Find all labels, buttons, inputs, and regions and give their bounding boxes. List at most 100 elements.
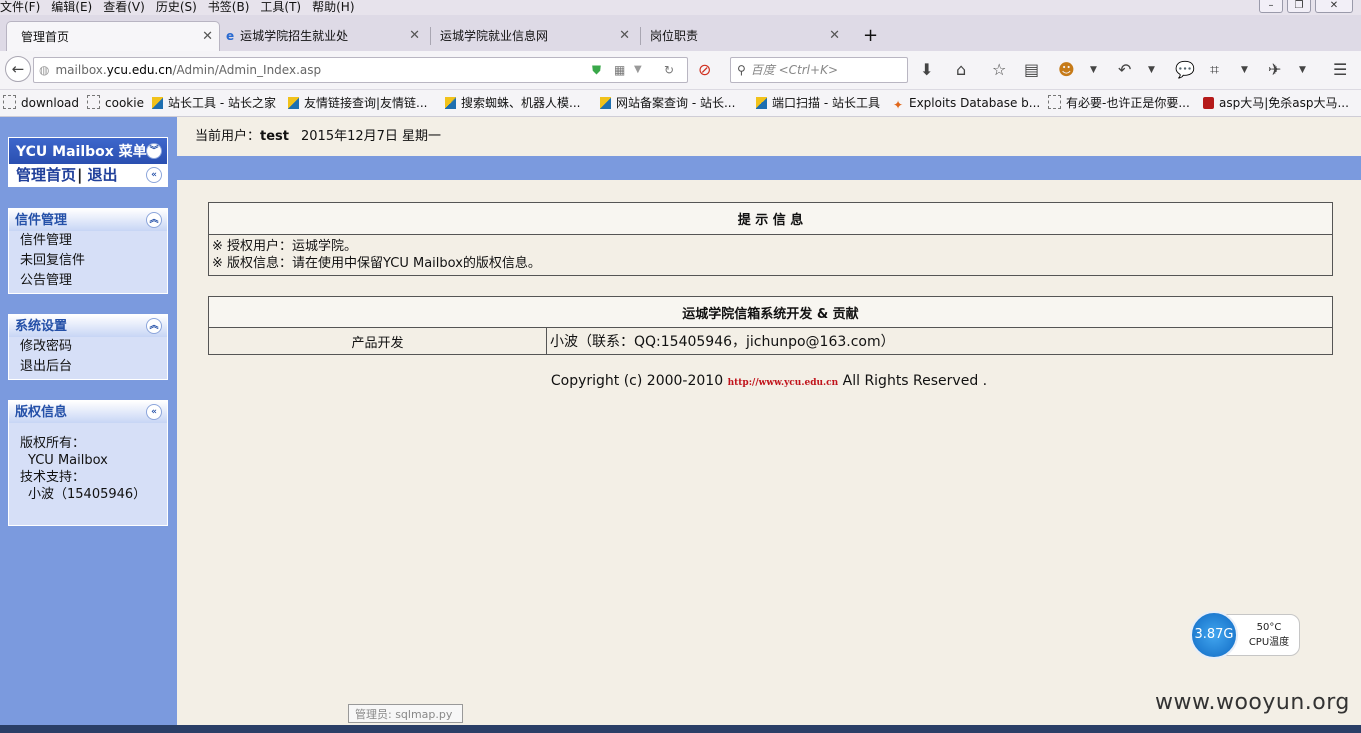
reload-icon[interactable]: ↻ [664,58,674,82]
tab-job-duties[interactable]: 岗位职责 ✕ [650,21,846,51]
dev-credit: 小波（联系：QQ:15405946，jichunpo@163.com） [546,327,1333,355]
logout-link[interactable]: 退出 [88,166,118,184]
copyright-owner-label: 版权所有： [20,436,86,451]
chat-icon[interactable]: 💬 [1175,61,1195,79]
tab-jobs-info[interactable]: 运城学院就业信息网 ✕ [440,21,636,51]
dropdown-icon[interactable]: ▼ [1090,61,1097,79]
url-prefix: mailbox. [55,63,107,77]
minimize-button[interactable]: – [1259,0,1283,13]
cpu-frequency: 3.87G [1190,611,1238,659]
new-tab-button[interactable]: + [863,21,879,51]
dropdown-icon[interactable]: ▼ [1241,61,1248,79]
collapse-left-icon[interactable]: « [146,404,162,420]
tab-admissions[interactable]: e 运城学院招生就业处 ✕ [226,21,426,51]
mail-panel: 信件管理 ︽ 信件管理 未回复信件 公告管理 [8,208,168,294]
bookmark-item[interactable]: 端口扫描 - 站长工具 [756,90,880,116]
menu-title: YCU Mailbox 菜单 ︾ [9,138,167,164]
home-link[interactable]: 管理首页 [16,166,76,184]
dropdown-icon[interactable]: ▼ [634,58,642,82]
nav-exit-admin[interactable]: 退出后台 [9,357,167,377]
shield-icon[interactable]: ⛊ [592,58,601,82]
menu-edit[interactable]: 编辑(E) [51,0,92,14]
download-icon[interactable]: ⬇ [920,61,933,79]
bookmark-item[interactable]: cookie [87,90,144,116]
nav-unreplied-mail[interactable]: 未回复信件 [9,251,167,271]
reader-icon[interactable]: ▤ [1024,61,1039,79]
folder-icon [3,95,16,109]
tab-divider [640,27,641,45]
bookmark-star-icon[interactable]: ☆ [992,61,1006,79]
close-icon[interactable]: ✕ [409,21,420,51]
close-icon[interactable]: ✕ [202,22,213,52]
home-icon[interactable]: ⌂ [956,61,966,79]
hamburger-menu-icon[interactable]: ☰ [1333,61,1347,79]
dev-title: 运城学院信箱系统开发 & 贡献 [208,296,1333,328]
nav-change-password[interactable]: 修改密码 [9,337,167,357]
cpu-temp-label: CPU温度 [1248,637,1290,648]
nav-announcements[interactable]: 公告管理 [9,271,167,291]
close-window-button[interactable]: ✕ [1315,0,1353,13]
nav-mail-management[interactable]: 信件管理 [9,231,167,251]
greasemonkey-icon[interactable]: ☻ [1058,61,1075,79]
copyright-panel: 版权信息 « 版权所有： YCU Mailbox 技术支持： 小波（1540594… [8,400,168,526]
search-input[interactable]: ⚲ 百度 <Ctrl+K> [730,57,908,83]
copyright-suffix: All Rights Reserved . [838,373,988,389]
dropdown-icon[interactable]: ▼ [1148,61,1155,79]
menu-help[interactable]: 帮助(H) [312,0,354,14]
watermark: www.wooyun.org [1155,690,1350,715]
search-placeholder: 百度 <Ctrl+K> [750,63,838,77]
tab-admin-home[interactable]: 管理首页 ✕ [6,21,220,52]
window-controls: – ❐ ✕ [1259,0,1361,15]
menu-file[interactable]: 文件(F) [0,0,40,14]
bookmark-item[interactable]: ✦ Exploits Database b... [893,90,1040,116]
current-user: test [260,129,289,144]
feather-icon: ✦ [893,98,904,112]
collapse-up-icon[interactable]: ︽ [146,212,162,228]
menu-panel: YCU Mailbox 菜单 ︾ 管理首页| 退出 « [8,137,168,187]
notice-title: 提 示 信 息 [208,202,1333,235]
bookmark-item[interactable]: 友情链接查询|友情链... [288,90,428,116]
collapse-icon[interactable]: ︾ [146,143,162,159]
bookmark-item[interactable]: 有必要-也许正是你要... [1048,90,1190,116]
dropdown-icon[interactable]: ▼ [1299,61,1306,79]
menu-tools[interactable]: 工具(T) [260,0,301,14]
panel-title: 版权信息 « [9,401,167,423]
undo-icon[interactable]: ↶ [1118,61,1131,79]
bookmark-item[interactable]: 搜索蜘蛛、机器人模... [445,90,580,116]
back-button[interactable]: ← [5,56,31,82]
menu-bookmarks[interactable]: 书签(B) [208,0,250,14]
site-icon [600,97,611,109]
bookmark-item[interactable]: 网站备案查询 - 站长... [600,90,735,116]
dev-table: 运城学院信箱系统开发 & 贡献 产品开发 小波（联系：QQ:15405946，j… [208,296,1333,355]
search-icon: ⚲ [737,63,746,77]
qr-icon[interactable]: ▦ [614,58,625,82]
crop-icon[interactable]: ⌗ [1210,61,1219,79]
site-icon [1203,97,1214,109]
close-icon[interactable]: ✕ [829,21,840,51]
notice-body: ※ 授权用户：运城学院。 ※ 版权信息：请在使用中保留YCU Mailbox的版… [208,234,1333,276]
restore-button[interactable]: ❐ [1287,0,1311,13]
tab-label: 运城学院招生就业处 [240,29,349,43]
extension-icon[interactable]: ✈ [1268,61,1281,79]
header: 当前用户：test 2015年12月7日 星期一 [177,117,1361,156]
copyright-footer: Copyright (c) 2000-2010 http://www.ycu.e… [177,370,1361,394]
panel-title: 系统设置 ︽ [9,315,167,337]
url-bar[interactable]: ◍ mailbox.ycu.edu.cn/Admin/Admin_Index.as… [33,57,688,83]
cpu-widget[interactable]: 50°C CPU温度 3.87G [1190,611,1301,659]
bookmark-item[interactable]: 站长工具 - 站长之家 [152,90,276,116]
url-path: /Admin/Admin_Index.asp [172,63,322,77]
tab-label: 岗位职责 [650,29,699,43]
bookmark-item[interactable]: download [3,90,79,116]
folder-icon [1048,95,1061,109]
collapse-left-icon[interactable]: « [146,167,162,183]
menu-bar: 文件(F) 编辑(E) 查看(V) 历史(S) 书签(B) 工具(T) 帮助(H) [0,0,1361,15]
support-contact: 小波（15405946） [28,487,147,502]
collapse-up-icon[interactable]: ︽ [146,318,162,334]
close-icon[interactable]: ✕ [619,21,630,51]
adblock-icon[interactable]: ⊘ [698,61,711,79]
site-link[interactable]: http://www.ycu.edu.cn [728,378,839,388]
tooltip: 管理员: sqlmap.py [348,704,463,723]
menu-view[interactable]: 查看(V) [103,0,145,14]
menu-history[interactable]: 历史(S) [156,0,197,14]
bookmark-item[interactable]: asp大马|免杀asp大马... [1203,90,1349,116]
